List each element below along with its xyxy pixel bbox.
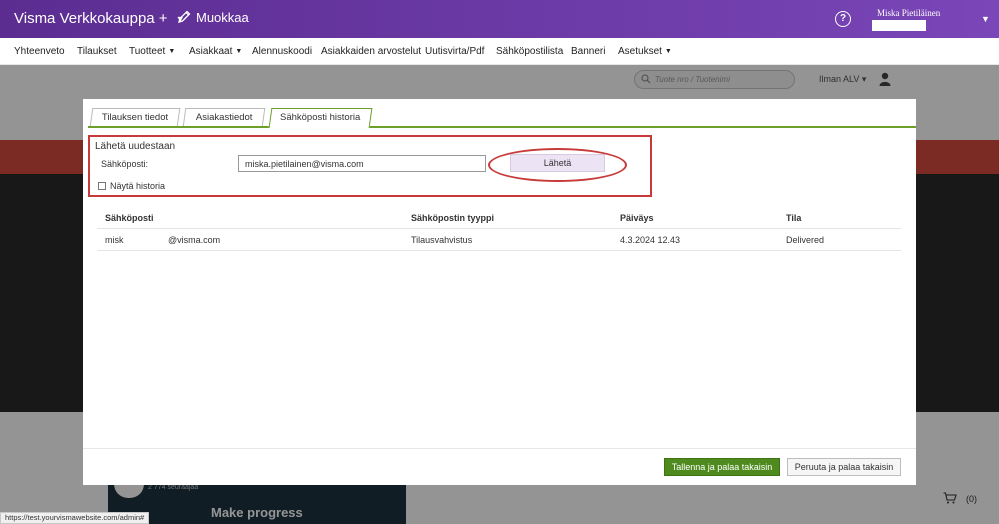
nav-item-label: Tuotteet — [129, 46, 166, 57]
cell-type: Tilausvahvistus — [411, 235, 473, 245]
modal-tabs: Tilauksen tiedot Asiakastiedot Sähköpost… — [83, 99, 916, 129]
nav-item-label: Asiakkaat — [189, 46, 233, 57]
nav-item-banneri[interactable]: Banneri — [571, 46, 605, 57]
order-modal: Tilauksen tiedot Asiakastiedot Sähköpost… — [83, 99, 916, 485]
col-header-status: Tila — [786, 213, 802, 223]
nav-item-arvostelut[interactable]: Asiakkaiden arvostelut — [321, 46, 421, 57]
user-menu-chevron-icon[interactable]: ▼ — [981, 14, 990, 24]
top-bar: Visma Verkkokauppa + ▼ Muokkaa ? Miska P… — [0, 0, 999, 38]
tab-label: Sähköposti historia — [280, 112, 361, 123]
nav-item-alennuskoodi[interactable]: Alennuskoodi — [252, 46, 312, 57]
tab-label: Asiakastiedot — [195, 112, 253, 123]
col-header-email: Sähköposti — [105, 213, 154, 223]
brand-title: Visma Verkkokauppa + — [14, 10, 168, 27]
show-history-label[interactable]: Näytä historia — [110, 181, 165, 191]
nav-item-asiakkaat[interactable]: Asiakkaat ▼ — [189, 46, 242, 57]
status-bar-url: https://test.yourvismawebsite.com/admin# — [0, 512, 150, 524]
col-header-date: Päiväys — [620, 213, 654, 223]
user-name[interactable]: Miska Pietiläinen — [877, 8, 940, 18]
cell-status: Delivered — [786, 235, 825, 245]
main-nav: Yhteenveto Tilaukset Tuotteet ▼ Asiakkaat… — [0, 38, 999, 65]
nav-item-uutisvirta[interactable]: Uutisvirta/Pdf — [425, 46, 484, 57]
tabs-underline — [88, 126, 916, 128]
col-header-type: Sähköpostin tyyppi — [411, 213, 495, 223]
cell-date: 4.3.2024 12.43 — [620, 235, 681, 245]
nav-item-tuotteet[interactable]: Tuotteet ▼ — [129, 46, 175, 57]
edit-link[interactable]: Muokkaa — [177, 10, 249, 25]
brand-menu[interactable]: Visma Verkkokauppa + ▼ — [14, 10, 185, 27]
nav-item-yhteenveto[interactable]: Yhteenveto — [14, 46, 65, 57]
email-field[interactable] — [238, 155, 486, 172]
tab-asiakastiedot[interactable]: Asiakastiedot — [182, 108, 266, 127]
modal-footer-divider — [83, 448, 916, 449]
email-label: Sähköposti: — [101, 159, 149, 169]
nav-item-tilaukset[interactable]: Tilaukset — [77, 46, 117, 57]
show-history-checkbox[interactable] — [98, 182, 106, 190]
chevron-down-icon: ▼ — [235, 48, 243, 55]
tab-tilauksen-tiedot[interactable]: Tilauksen tiedot — [89, 108, 181, 127]
help-icon[interactable]: ? — [835, 11, 851, 27]
resend-title: Lähetä uudestaan — [95, 141, 176, 152]
edit-label: Muokkaa — [196, 10, 249, 25]
tab-label: Tilauksen tiedot — [101, 112, 169, 123]
pencil-icon — [178, 10, 191, 23]
cancel-and-return-button[interactable]: Peruuta ja palaa takaisin — [787, 458, 901, 476]
chevron-down-icon: ▼ — [664, 48, 672, 55]
nav-item-label: Asetukset — [618, 46, 662, 57]
cell-email-prefix: misk — [105, 235, 124, 245]
nav-item-sahkopostilista[interactable]: Sähköpostilista — [496, 46, 563, 57]
nav-item-asetukset[interactable]: Asetukset ▼ — [618, 46, 672, 57]
table-row-divider — [97, 250, 901, 251]
chevron-down-icon: ▼ — [168, 48, 176, 55]
user-info-box — [872, 20, 926, 31]
save-and-return-button[interactable]: Tallenna ja palaa takaisin — [664, 458, 780, 476]
send-highlight-ellipse — [488, 148, 627, 182]
cell-email-domain: @visma.com — [168, 235, 221, 245]
tab-sahkoposti-historia[interactable]: Sähköposti historia — [268, 108, 373, 128]
table-header-divider — [97, 228, 901, 229]
